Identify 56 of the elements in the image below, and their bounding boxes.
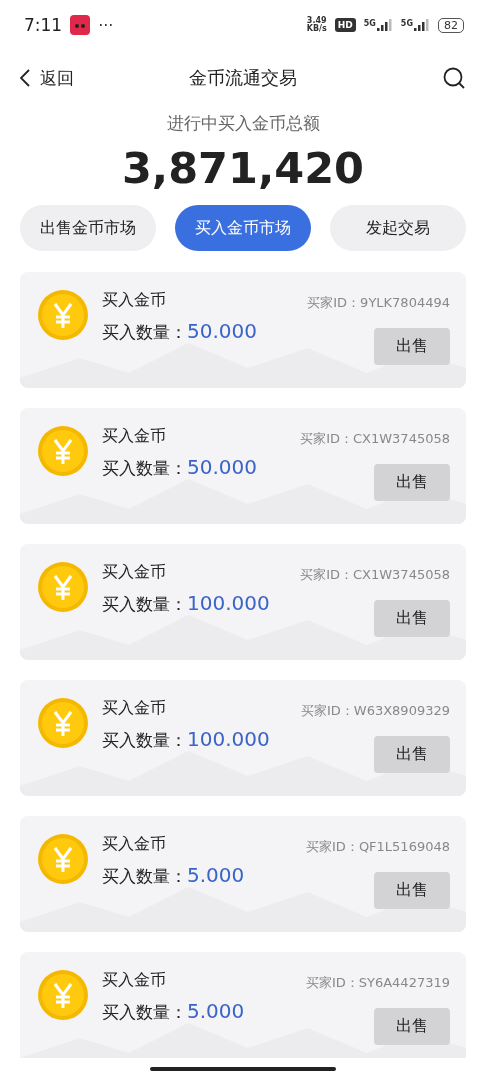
sell-button[interactable]: 出售 (374, 328, 450, 365)
clock: 7:11 (24, 15, 63, 35)
quantity-value: 5.000 (187, 999, 245, 1023)
buyer-id: 买家ID：SY6A4427319 (305, 974, 450, 992)
coin-icon (38, 834, 88, 884)
quantity-value: 50.000 (187, 455, 257, 479)
sell-button[interactable]: 出售 (374, 872, 450, 909)
buyer-id: 买家ID：QF1L5169048 (306, 838, 450, 856)
search-icon[interactable] (442, 66, 466, 90)
network-type: 5G (363, 19, 376, 28)
sell-button[interactable]: 出售 (374, 1008, 450, 1045)
quantity-label: 买入数量： (102, 321, 187, 344)
signal-icon (376, 19, 393, 31)
order-title: 买入金币 (102, 834, 167, 855)
sell-button[interactable]: 出售 (374, 736, 450, 773)
speed-unit: KB/s (306, 25, 327, 33)
total-amount: 3,871,420 (121, 143, 365, 193)
network-type: 5G (400, 19, 413, 28)
quantity-value: 100.000 (187, 591, 270, 615)
buyer-id: 买家ID：CX1W3745058 (300, 566, 450, 584)
buyer-id: 买家ID：CX1W3745058 (300, 430, 450, 448)
order-title: 买入金币 (102, 290, 167, 311)
coin-icon (38, 698, 88, 748)
quantity-value: 5.000 (187, 863, 245, 887)
sell-button[interactable]: 出售 (374, 464, 450, 501)
total-label: 进行中买入金币总额 (166, 112, 320, 135)
coin-icon (38, 290, 88, 340)
quantity-label: 买入数量： (102, 865, 187, 888)
quantity-label: 买入数量： (102, 593, 187, 616)
network-speed: 3.49 (306, 17, 327, 25)
quantity-label: 买入数量： (102, 457, 187, 480)
buyer-id: 买家ID：W63X8909329 (300, 702, 450, 720)
order-title: 买入金币 (102, 426, 167, 447)
battery-level: 82 (438, 17, 464, 33)
market-tab[interactable]: 出售金币市场 (20, 205, 156, 251)
signal-icon (414, 19, 430, 31)
quantity-label: 买入数量： (102, 729, 187, 752)
buyer-id: 买家ID：9YLK7804494 (307, 294, 450, 312)
app-icon (70, 15, 91, 35)
sell-button[interactable]: 出售 (374, 600, 450, 637)
quantity-value: 50.000 (187, 319, 257, 343)
coin-icon (38, 426, 88, 476)
coin-icon (38, 562, 88, 612)
quantity-label: 买入数量： (102, 1001, 187, 1024)
more-notifications: ··· (98, 15, 114, 35)
order-title: 买入金币 (102, 970, 167, 991)
back-icon (20, 69, 30, 87)
page-title: 金币流通交易 (189, 66, 297, 90)
quantity-value: 100.000 (187, 727, 270, 751)
hd-badge: HD (334, 18, 356, 32)
back-link[interactable]: 返回 (20, 66, 189, 90)
order-title: 买入金币 (102, 562, 167, 583)
order-title: 买入金币 (102, 698, 167, 719)
market-tab[interactable]: 发起交易 (330, 205, 466, 251)
coin-icon (38, 970, 88, 1020)
market-tab[interactable]: 买入金币市场 (175, 205, 311, 251)
